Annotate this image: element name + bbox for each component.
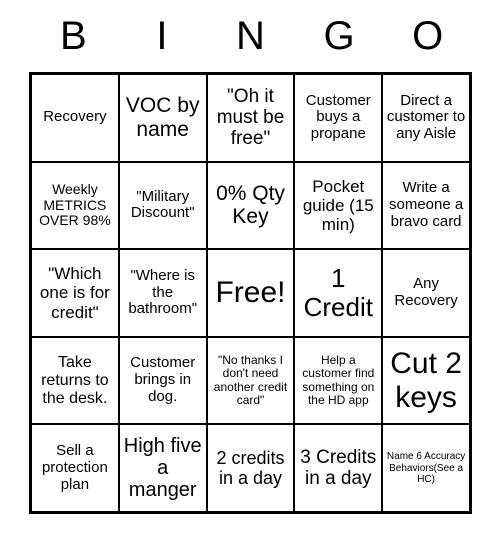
bingo-cell[interactable]: "Military Discount" [118,161,207,250]
bingo-cell[interactable]: "Which one is for credit" [31,249,119,337]
bingo-cell[interactable]: "Oh it must be free" [206,74,295,162]
bingo-cell[interactable]: Recovery [31,74,119,162]
bingo-cell[interactable]: "No thanks I don't need another credit c… [206,336,295,425]
bingo-cell[interactable]: 2 credits in a day [206,424,295,512]
header-letter-n: N [236,14,265,58]
bingo-cell[interactable]: 1 Credit [294,249,383,337]
bingo-cell[interactable]: 3 Credits in a day [294,424,383,512]
bingo-cell[interactable]: 0% Qty Key [206,161,295,250]
header-letter-i: I [156,14,168,58]
bingo-cell[interactable]: Take returns to the desk. [31,336,119,425]
bingo-cell[interactable]: Any Recovery [382,249,470,337]
bingo-cell[interactable]: Weekly METRICS OVER 98% [31,161,119,250]
bingo-cell[interactable]: Cut 2 keys [382,336,470,425]
bingo-cell[interactable]: Help a customer find something on the HD… [294,336,383,425]
bingo-cell[interactable]: Name 6 Accuracy Behaviors(See a HC) [382,424,470,512]
bingo-cell[interactable]: Customer buys a propane [294,74,383,162]
bingo-cell[interactable]: Pocket guide (15 min) [294,161,383,250]
bingo-cell[interactable]: "Where is the bathroom" [118,249,207,337]
bingo-cell[interactable]: Write a someone a bravo card [382,161,470,250]
header-letter-g: G [323,14,355,58]
bingo-header: B I N G O [29,0,472,72]
header-letter-b: B [59,14,87,58]
header-letter-o: O [412,14,444,58]
bingo-cell[interactable]: VOC by name [118,74,207,162]
bingo-cell[interactable]: Customer brings in dog. [118,336,207,425]
bingo-grid: Recovery VOC by name "Oh it must be free" C… [29,72,472,514]
bingo-cell[interactable]: High five a manger [118,424,207,512]
bingo-cell[interactable]: Sell a protection plan [31,424,119,512]
bingo-cell[interactable]: Direct a customer to any Aisle [382,74,470,162]
free-space-cell[interactable]: Free! [206,249,295,337]
